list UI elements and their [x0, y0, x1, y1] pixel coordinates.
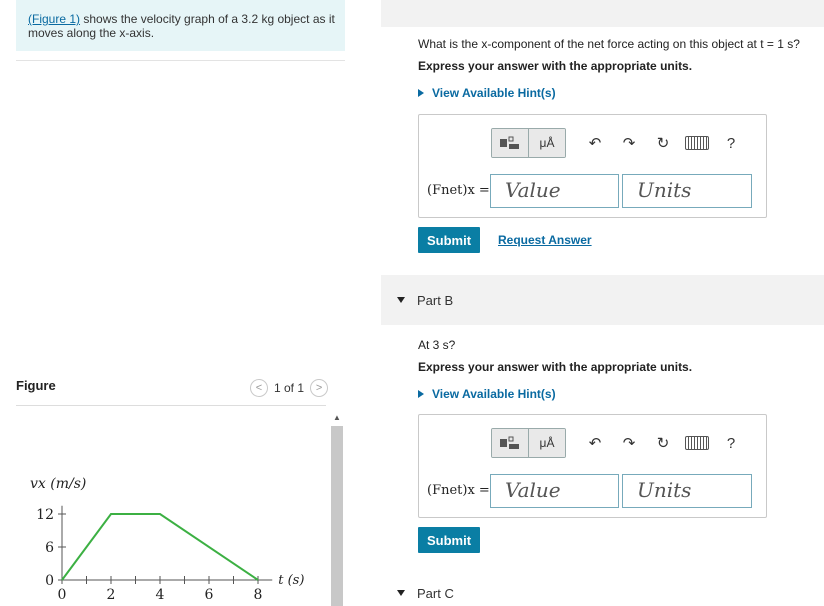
template-group: μÅ [491, 428, 566, 458]
units-input[interactable]: Units [622, 474, 752, 508]
divider [16, 60, 345, 61]
part-a-answer-box: μÅ ↶ ↷ ↻ ? (Fnet)x = Value Units [418, 114, 767, 218]
help-icon[interactable]: ? [714, 129, 748, 157]
templates-button[interactable] [492, 129, 529, 157]
equation-label: (Fnet)x = [427, 183, 490, 198]
part-b-instruction: Express your answer with the appropriate… [418, 360, 693, 374]
y-tick-label: 6 [45, 540, 54, 556]
keyboard-icon [685, 436, 709, 450]
x-tick-label: 4 [156, 587, 165, 603]
templates-icon [500, 436, 519, 449]
equation-label: (Fnet)x = [427, 483, 490, 498]
redo-icon[interactable]: ↷ [612, 429, 646, 457]
units-symbol-button[interactable]: μÅ [529, 129, 565, 157]
collapse-icon [397, 590, 405, 596]
reset-icon[interactable]: ↻ [646, 129, 680, 157]
x-tick-label: 0 [58, 587, 67, 603]
part-b-title: Part B [417, 292, 454, 308]
next-figure-button[interactable]: > [310, 379, 329, 397]
expand-icon [418, 89, 424, 97]
part-a-instruction: Express your answer with the appropriate… [418, 59, 693, 73]
figure-pager: < 1 of 1 > [250, 378, 329, 398]
part-b-header[interactable]: Part B [381, 275, 824, 325]
pager-count: 1 of 1 [274, 381, 305, 395]
figure-link[interactable]: (Figure 1) [28, 12, 80, 26]
x-axis-label: t (s) [278, 573, 304, 588]
keyboard-button[interactable] [680, 429, 714, 457]
figure-scrollbar[interactable] [331, 426, 343, 606]
units-symbol-button[interactable]: μÅ [529, 429, 565, 457]
part-a-hint-link[interactable]: View Available Hint(s) [418, 86, 556, 100]
undo-icon[interactable]: ↶ [578, 129, 612, 157]
templates-icon [500, 136, 519, 149]
part-b-hint-link[interactable]: View Available Hint(s) [418, 387, 556, 401]
prev-figure-button[interactable]: < [250, 379, 268, 397]
problem-panel: (Figure 1) shows the velocity graph of a… [0, 0, 370, 606]
template-group: μÅ [491, 128, 566, 158]
value-input[interactable]: Value [490, 474, 619, 508]
value-input[interactable]: Value [490, 174, 619, 208]
hint-label: View Available Hint(s) [432, 86, 556, 100]
part-b-question: At 3 s? [418, 338, 456, 352]
velocity-graph: 0 2 4 6 8 0 6 12 t (s) vx (m/s) [30, 476, 304, 603]
x-tick-label: 6 [205, 587, 214, 603]
velocity-line [61, 513, 259, 581]
y-tick-label: 0 [45, 573, 54, 589]
keyboard-button[interactable] [680, 129, 714, 157]
part-c-title: Part C [417, 585, 454, 601]
scroll-up-arrow[interactable]: ▲ [331, 410, 343, 424]
units-input[interactable]: Units [622, 174, 752, 208]
help-icon[interactable]: ? [714, 429, 748, 457]
part-c-header[interactable]: Part C [381, 580, 824, 606]
figure-label: Figure [16, 378, 56, 393]
intro-box: (Figure 1) shows the velocity graph of a… [16, 0, 345, 51]
math-toolbar: μÅ ↶ ↷ ↻ ? [491, 428, 748, 458]
request-answer-link[interactable]: Request Answer [498, 233, 592, 247]
part-a-question: What is the x-component of the net force… [418, 37, 800, 51]
figure-divider [16, 405, 326, 406]
submit-button[interactable]: Submit [418, 527, 480, 553]
redo-icon[interactable]: ↷ [612, 129, 646, 157]
math-toolbar: μÅ ↶ ↷ ↻ ? [491, 128, 748, 158]
x-tick-label: 2 [107, 587, 116, 603]
submit-button[interactable]: Submit [418, 227, 480, 253]
undo-icon[interactable]: ↶ [578, 429, 612, 457]
reset-icon[interactable]: ↻ [646, 429, 680, 457]
part-b-answer-box: μÅ ↶ ↷ ↻ ? (Fnet)x = Value Units [418, 414, 767, 518]
y-tick-label: 12 [36, 507, 54, 523]
x-tick-label: 8 [254, 587, 263, 603]
keyboard-icon [685, 136, 709, 150]
y-axis-label: vx (m/s) [30, 476, 86, 492]
collapse-icon [397, 297, 405, 303]
templates-button[interactable] [492, 429, 529, 457]
part-a-header [381, 0, 824, 27]
expand-icon [418, 390, 424, 398]
hint-label: View Available Hint(s) [432, 387, 556, 401]
